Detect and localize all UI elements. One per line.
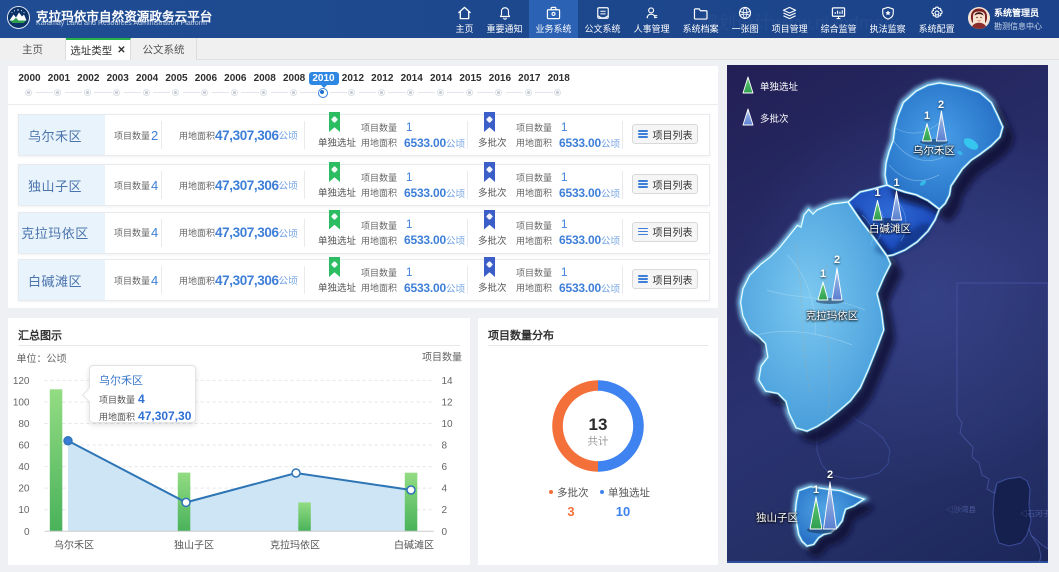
svg-text:单位：公顷: 单位：公顷 [17,352,67,365]
svg-text:独山子区: 独山子区 [174,538,214,551]
svg-text:2: 2 [834,254,840,266]
svg-text:乌尔禾区: 乌尔禾区 [913,144,955,157]
svg-text:10: 10 [18,505,30,516]
svg-text:0: 0 [442,527,448,538]
svg-text:独山子区: 独山子区 [756,511,798,524]
svg-text:1: 1 [820,268,826,280]
svg-text:6: 6 [442,462,448,473]
svg-text:多批次: 多批次 [760,113,789,125]
svg-text:2: 2 [938,99,944,111]
svg-text:60: 60 [18,441,30,452]
svg-text:◁沙湾县: ◁沙湾县 [946,504,976,514]
svg-text:12: 12 [442,397,454,408]
svg-text:克拉玛依区: 克拉玛依区 [270,538,320,551]
svg-text:8: 8 [442,441,448,452]
svg-text:1: 1 [893,177,899,189]
svg-text:3: 3 [567,504,574,519]
svg-text:单独选址: 单独选址 [608,486,650,499]
svg-text:白碱滩区: 白碱滩区 [394,538,434,551]
svg-text:14: 14 [442,376,454,387]
svg-text:克拉玛依区: 克拉玛依区 [806,309,859,322]
svg-text:乌尔禾区: 乌尔禾区 [54,538,94,551]
svg-text:0: 0 [24,527,30,538]
svg-text:单独选址: 单独选址 [760,81,799,93]
svg-text:1: 1 [874,187,880,199]
svg-text:10: 10 [616,504,630,519]
svg-text:白碱滩区: 白碱滩区 [869,222,911,235]
svg-text:40: 40 [18,462,30,473]
svg-text:2: 2 [442,505,448,516]
svg-text:1: 1 [924,110,930,122]
svg-text:1: 1 [813,484,819,496]
svg-text:80: 80 [18,419,30,430]
svg-text:项目数量: 项目数量 [422,351,462,364]
svg-text:10: 10 [442,419,454,430]
svg-text:多批次: 多批次 [557,486,589,499]
svg-text:100: 100 [13,397,30,408]
svg-text:120: 120 [13,376,30,387]
svg-text:13: 13 [589,415,608,434]
svg-text:2: 2 [827,469,833,481]
svg-text:4: 4 [442,484,448,495]
svg-text:◁石河子: ◁石河子 [1020,509,1048,518]
svg-text:共计: 共计 [588,435,609,448]
svg-text:20: 20 [18,484,30,495]
